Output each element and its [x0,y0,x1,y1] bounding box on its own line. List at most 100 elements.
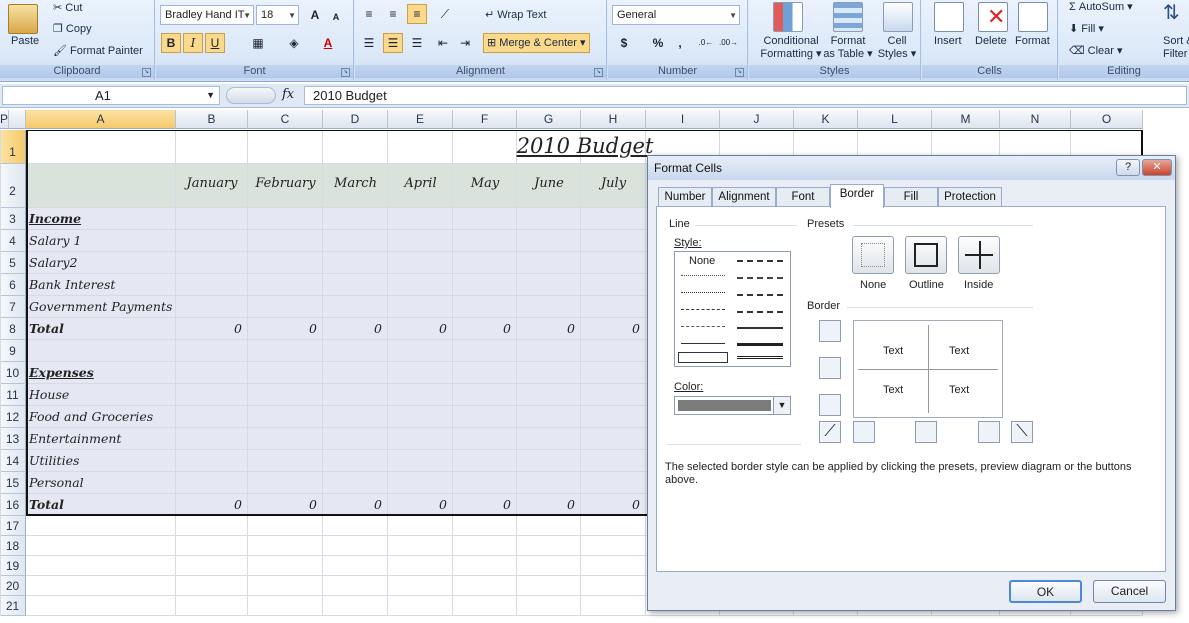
tab-border[interactable]: Border [830,184,884,208]
column-header[interactable]: J [720,110,794,129]
cell[interactable] [176,274,248,296]
row-header[interactable]: 15 [0,472,26,494]
total-value[interactable]: 0 [323,497,382,512]
column-header[interactable]: E [388,110,453,129]
cell[interactable] [517,536,581,556]
cell[interactable] [388,428,453,450]
total-value[interactable]: 0 [323,321,382,336]
fx-icon[interactable]: fx [282,87,294,102]
cell[interactable] [248,556,323,576]
row-label[interactable]: Total [29,321,64,336]
column-header[interactable]: I [646,110,720,129]
cell[interactable] [388,536,453,556]
cell[interactable] [517,252,581,274]
cell[interactable] [323,340,388,362]
cell[interactable] [581,208,646,230]
cell[interactable] [323,576,388,596]
dialog-launcher-icon[interactable]: ↘ [142,68,151,77]
cell[interactable] [248,230,323,252]
align-left-icon[interactable]: ☰ [359,33,379,53]
cell[interactable] [176,428,248,450]
row-header[interactable]: 3 [0,208,26,230]
cell[interactable] [517,516,581,536]
total-value[interactable]: 0 [517,321,575,336]
line-style-medium-dashed[interactable] [737,311,783,313]
delete-button[interactable]: Delete [975,35,1007,47]
total-value[interactable]: 0 [517,497,575,512]
row-header[interactable]: 11 [0,384,26,406]
month-header[interactable]: April [388,176,453,191]
cell[interactable] [388,406,453,428]
italic-button[interactable]: I [183,33,203,53]
preset-outline-button[interactable] [905,236,947,274]
total-value[interactable]: 0 [581,497,640,512]
cell[interactable] [517,472,581,494]
border-left-button[interactable] [853,421,875,443]
cell[interactable] [248,406,323,428]
diagonal-down-icon[interactable]: ⟍ [1011,421,1033,443]
shrink-font-button[interactable]: A [326,7,346,27]
line-style-dashdot[interactable] [681,309,725,310]
row-label[interactable]: Food and Groceries [29,409,153,424]
cell[interactable] [176,208,248,230]
align-bottom-icon[interactable]: ≡ [407,4,427,24]
line-style-hair[interactable] [681,275,725,276]
format-painter-button[interactable]: 🖌 Format Painter [53,44,143,57]
row-header[interactable]: 14 [0,450,26,472]
cell[interactable] [388,384,453,406]
cell[interactable] [388,340,453,362]
cell[interactable] [323,516,388,536]
cell[interactable] [176,230,248,252]
cut-button[interactable]: ✂ Cut [53,1,82,14]
align-middle-icon[interactable]: ≡ [383,4,403,24]
total-value[interactable]: 0 [581,321,640,336]
row-header[interactable]: 20 [0,576,26,596]
comma-button[interactable]: , [670,33,690,53]
row-label[interactable]: Salary2 [29,255,77,270]
diagonal-up-icon[interactable]: ⟋ [819,421,841,443]
column-header[interactable]: B [176,110,248,129]
row-header[interactable]: 17 [0,516,26,536]
month-header[interactable]: February [248,176,323,191]
line-style-thin[interactable] [681,343,725,344]
cancel-button[interactable]: Cancel [1093,580,1166,603]
paste-button[interactable]: Paste [11,35,39,47]
cell[interactable] [323,208,388,230]
cell[interactable] [248,596,323,616]
cell[interactable] [323,274,388,296]
cell[interactable] [176,130,248,164]
cell[interactable] [0,230,1,252]
preset-inside-button[interactable] [958,236,1000,274]
cell[interactable] [581,516,646,536]
cell[interactable] [581,536,646,556]
line-style-medium[interactable] [737,327,783,329]
dialog-launcher-icon[interactable]: ↘ [735,68,744,77]
line-style-thick[interactable] [737,343,783,346]
cell[interactable] [0,130,1,164]
line-style-list[interactable]: None [674,251,791,367]
currency-button[interactable]: $ [614,33,634,53]
month-header[interactable]: July [581,176,646,191]
decrease-indent-icon[interactable]: ⇤ [433,33,453,53]
underline-button[interactable]: U [205,33,225,53]
fill-color-icon[interactable]: ◈ [284,33,304,53]
cell[interactable] [453,576,517,596]
cell[interactable] [176,516,248,536]
cell[interactable] [248,296,323,318]
cell[interactable] [581,274,646,296]
cell[interactable] [388,296,453,318]
dialog-launcher-icon[interactable]: ↘ [341,68,350,77]
cell[interactable] [388,596,453,616]
row-label[interactable]: Entertainment [29,431,121,446]
cell[interactable] [323,230,388,252]
conditional-formatting-button[interactable]: Conditional Formatting ▾ [755,35,827,61]
cell[interactable] [26,596,176,616]
row-label[interactable]: Expenses [29,365,94,380]
sort-filter-button[interactable]: Sort &Filter [1163,35,1189,61]
orientation-icon[interactable]: ⟋ [435,4,455,24]
cell[interactable] [517,384,581,406]
row-header[interactable]: 12 [0,406,26,428]
row-header[interactable]: 21 [0,596,26,616]
cell[interactable] [388,208,453,230]
cell[interactable] [0,596,1,616]
